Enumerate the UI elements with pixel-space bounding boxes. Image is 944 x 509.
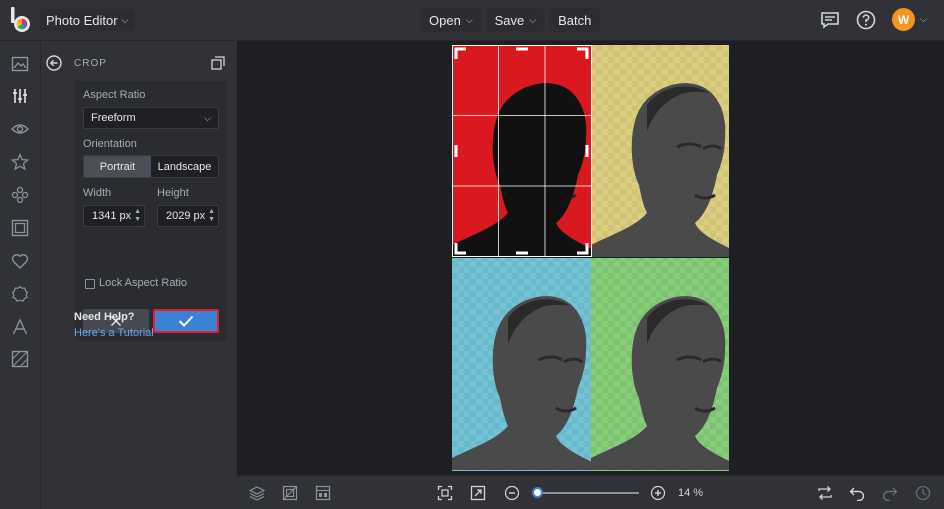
checkmark-icon: [178, 315, 194, 327]
tool-rail: [0, 41, 41, 509]
help-title: Need Help?: [74, 311, 135, 323]
tutorial-link[interactable]: Here's a Tutorial: [74, 327, 154, 339]
orientation-label: Orientation: [83, 138, 137, 150]
bottom-toolbar: 14 %: [237, 475, 944, 509]
user-avatar[interactable]: W: [892, 8, 915, 31]
save-label: Save: [494, 12, 525, 28]
open-label: Open: [429, 12, 461, 28]
crop-panel: CROP Aspect Ratio Freeform ⌵ Orientation…: [41, 41, 237, 509]
aspect-ratio-select[interactable]: Freeform ⌵: [83, 107, 219, 129]
file-menu: Open ⌵ Save ⌵ Batch: [420, 8, 601, 32]
layers-icon[interactable]: [249, 485, 265, 501]
undo-icon[interactable]: [849, 485, 865, 501]
texture-icon[interactable]: [11, 350, 29, 368]
image-icon[interactable]: [11, 55, 29, 73]
befunky-logo[interactable]: [9, 7, 33, 33]
comments-icon[interactable]: [820, 10, 840, 30]
photo-quadrant-red: [452, 45, 594, 259]
panel-title: CROP: [74, 58, 107, 69]
open-menu-button[interactable]: Open ⌵: [420, 8, 482, 32]
zoom-level: 14 %: [678, 487, 704, 499]
width-unit: px: [119, 210, 132, 222]
fit-to-screen-icon[interactable]: [437, 485, 453, 501]
width-stepper[interactable]: ▲ ▼: [134, 208, 141, 224]
repeat-icon[interactable]: [817, 485, 833, 501]
badge-icon[interactable]: [11, 285, 29, 303]
batch-label: Batch: [558, 12, 592, 28]
height-value: 2029: [166, 210, 191, 222]
apply-crop-button[interactable]: [153, 309, 219, 333]
zoom-out-icon[interactable]: [504, 485, 520, 501]
width-value: 1341: [92, 210, 117, 222]
crop-settings: Aspect Ratio Freeform ⌵ Orientation Port…: [75, 81, 227, 341]
landscape-option[interactable]: Landscape: [151, 156, 218, 177]
top-bar: Photo Editor ⌵ Open ⌵ Save ⌵ Batch W ⌵: [0, 0, 944, 41]
batch-button[interactable]: Batch: [549, 8, 601, 32]
heart-icon[interactable]: [11, 252, 29, 270]
photo-quadrant-green: [589, 258, 729, 471]
aspect-ratio-value: Freeform: [91, 112, 136, 124]
zoom-in-icon[interactable]: [650, 485, 666, 501]
app-menu[interactable]: Photo Editor ⌵: [40, 9, 135, 31]
chevron-down-icon: ⌵: [529, 14, 537, 25]
layout-icon[interactable]: [315, 485, 331, 501]
chevron-down-icon[interactable]: ⌵: [920, 14, 927, 25]
canvas-area: [237, 41, 944, 475]
redo-icon[interactable]: [882, 485, 898, 501]
star-icon[interactable]: [11, 153, 29, 171]
portrait-option[interactable]: Portrait: [84, 156, 151, 177]
eye-icon[interactable]: [11, 120, 29, 138]
height-label: Height: [157, 187, 189, 199]
chevron-down-icon: ⌵: [121, 14, 129, 25]
lock-aspect-checkbox[interactable]: [85, 279, 95, 289]
presets-icon[interactable]: [211, 56, 225, 70]
height-unit: px: [193, 210, 206, 222]
chevron-down-icon: ⌵: [465, 14, 473, 25]
aspect-ratio-label: Aspect Ratio: [83, 89, 146, 101]
help-icon[interactable]: [856, 10, 876, 30]
effects-icon[interactable]: [11, 186, 29, 204]
adjust-sliders-icon[interactable]: [11, 87, 29, 105]
photo-canvas[interactable]: [452, 45, 729, 471]
lock-aspect-label: Lock Aspect Ratio: [99, 277, 188, 289]
width-label: Width: [83, 187, 112, 199]
save-menu-button[interactable]: Save ⌵: [485, 8, 546, 32]
history-icon[interactable]: [915, 485, 931, 501]
app-menu-label: Photo Editor: [46, 12, 118, 28]
actual-size-icon[interactable]: [470, 485, 486, 501]
zoom-slider-handle[interactable]: [532, 487, 543, 498]
height-input[interactable]: 2029 px ▲ ▼: [157, 205, 219, 227]
frame-icon[interactable]: [11, 219, 29, 237]
orientation-toggle: Portrait Landscape: [83, 155, 219, 178]
chevron-down-icon: ⌵: [204, 113, 211, 123]
zoom-slider-track[interactable]: [537, 492, 639, 494]
width-input[interactable]: 1341 px ▲ ▼: [83, 205, 145, 227]
height-stepper[interactable]: ▲ ▼: [208, 208, 215, 224]
photo-quadrant-yellow: [589, 45, 729, 259]
photo-quadrant-cyan: [452, 258, 594, 471]
back-arrow-icon[interactable]: [46, 55, 62, 71]
compare-icon[interactable]: [282, 485, 298, 501]
text-icon[interactable]: [11, 318, 29, 336]
